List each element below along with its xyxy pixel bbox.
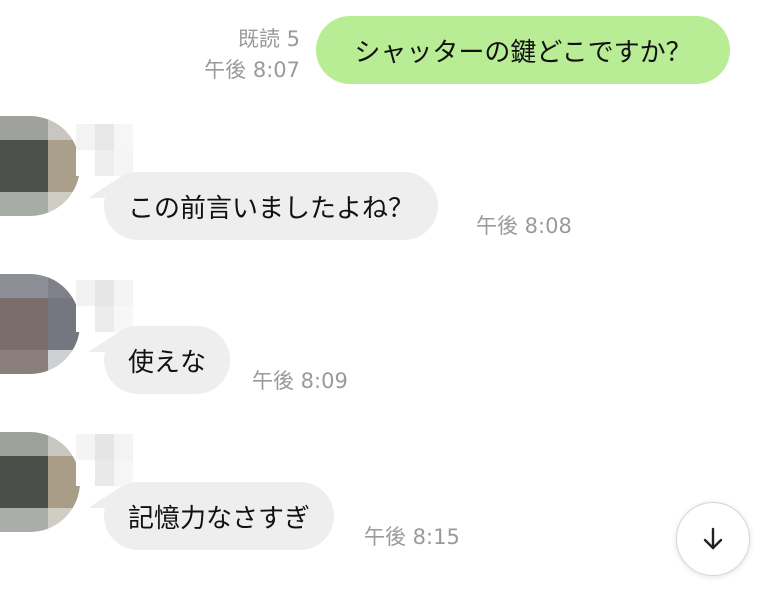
incoming-bubble[interactable]: この前言いましたよね？ [104, 172, 439, 240]
incoming-bubble[interactable]: 記憶力なさすぎ [104, 482, 335, 550]
message-time: 午後 8:08 [476, 214, 572, 238]
message-text: 使えな [128, 347, 207, 378]
sender-name-blurred [76, 280, 152, 332]
message-time: 午後 8:07 [204, 58, 300, 82]
avatar[interactable] [0, 274, 80, 374]
arrow-down-icon [703, 527, 723, 550]
avatar[interactable] [0, 432, 80, 532]
scroll-to-bottom-button[interactable] [676, 502, 750, 576]
message-time: 午後 8:09 [252, 369, 348, 393]
avatar[interactable] [0, 116, 80, 216]
outgoing-meta: 既読 5 午後 8:07 [204, 24, 300, 86]
message-time: 午後 8:15 [364, 525, 460, 549]
read-status: 既読 5 [237, 27, 300, 51]
sender-name-blurred [76, 434, 152, 486]
message-text: シャッターの鍵どこですか？ [354, 37, 692, 68]
message-text: この前言いましたよね？ [128, 193, 415, 224]
sender-name-blurred [76, 124, 152, 176]
incoming-bubble[interactable]: 使えな [104, 326, 231, 394]
outgoing-bubble[interactable]: シャッターの鍵どこですか？ [316, 16, 730, 84]
message-text: 記憶力なさすぎ [128, 503, 311, 534]
